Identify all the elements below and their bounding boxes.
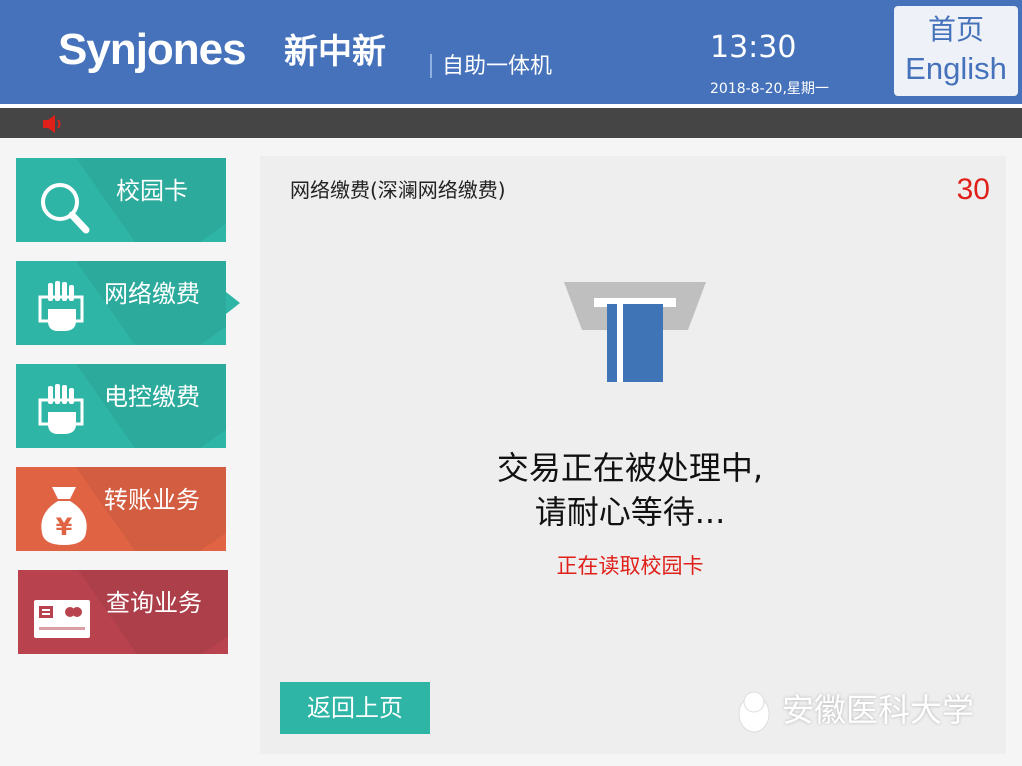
english-link[interactable]: English [894, 50, 1018, 88]
hand-card-icon [38, 384, 86, 440]
menu-item-transfer[interactable]: ¥ 转账业务 [16, 467, 226, 551]
menu-item-label: 校园卡 [116, 177, 188, 205]
svg-text:¥: ¥ [56, 513, 73, 541]
bank-card-icon [34, 600, 90, 644]
hand-card-icon [38, 281, 86, 337]
processing-line-2: 请耐心等待... [534, 493, 726, 531]
status-bar [0, 108, 1022, 138]
watermark-text: 安徽医科大学 [782, 691, 975, 729]
clock-time: 13:30 [710, 30, 797, 65]
brand-logo: Synjones [58, 25, 247, 74]
app-subtitle: 自助一体机 [442, 54, 553, 79]
nav-box: 首页 English [894, 6, 1018, 96]
menu-item-network-fee[interactable]: 网络缴费 [16, 261, 226, 345]
home-link[interactable]: 首页 [894, 10, 1018, 50]
menu-item-label: 网络缴费 [104, 280, 200, 308]
countdown-timer: 30 [956, 173, 990, 206]
menu-item-query[interactable]: 查询业务 [18, 570, 228, 654]
processing-line-1: 交易正在被处理中, [496, 449, 764, 487]
clock-date: 2018-8-20,星期一 [710, 81, 829, 97]
menu-item-label: 查询业务 [106, 589, 202, 617]
processing-message: 交易正在被处理中, 请耐心等待... [420, 446, 840, 534]
card-insert-icon [562, 280, 708, 388]
header-separator [430, 54, 432, 78]
selected-indicator [226, 292, 240, 314]
menu-item-label: 转账业务 [104, 486, 200, 514]
page-title: 网络缴费(深澜网络缴费) [290, 178, 506, 202]
search-icon [38, 178, 92, 240]
money-bag-icon: ¥ [36, 483, 92, 551]
speaker-icon[interactable] [42, 114, 64, 138]
back-button[interactable]: 返回上页 [280, 682, 430, 734]
menu-item-electric-fee[interactable]: 电控缴费 [16, 364, 226, 448]
qq-penguin-icon [734, 690, 774, 743]
brand-logo-cn: 新中新 [284, 32, 386, 72]
status-text: 正在读取校园卡 [556, 554, 704, 578]
menu-item-label: 电控缴费 [104, 383, 200, 411]
menu-item-campus-card[interactable]: 校园卡 [16, 158, 226, 242]
